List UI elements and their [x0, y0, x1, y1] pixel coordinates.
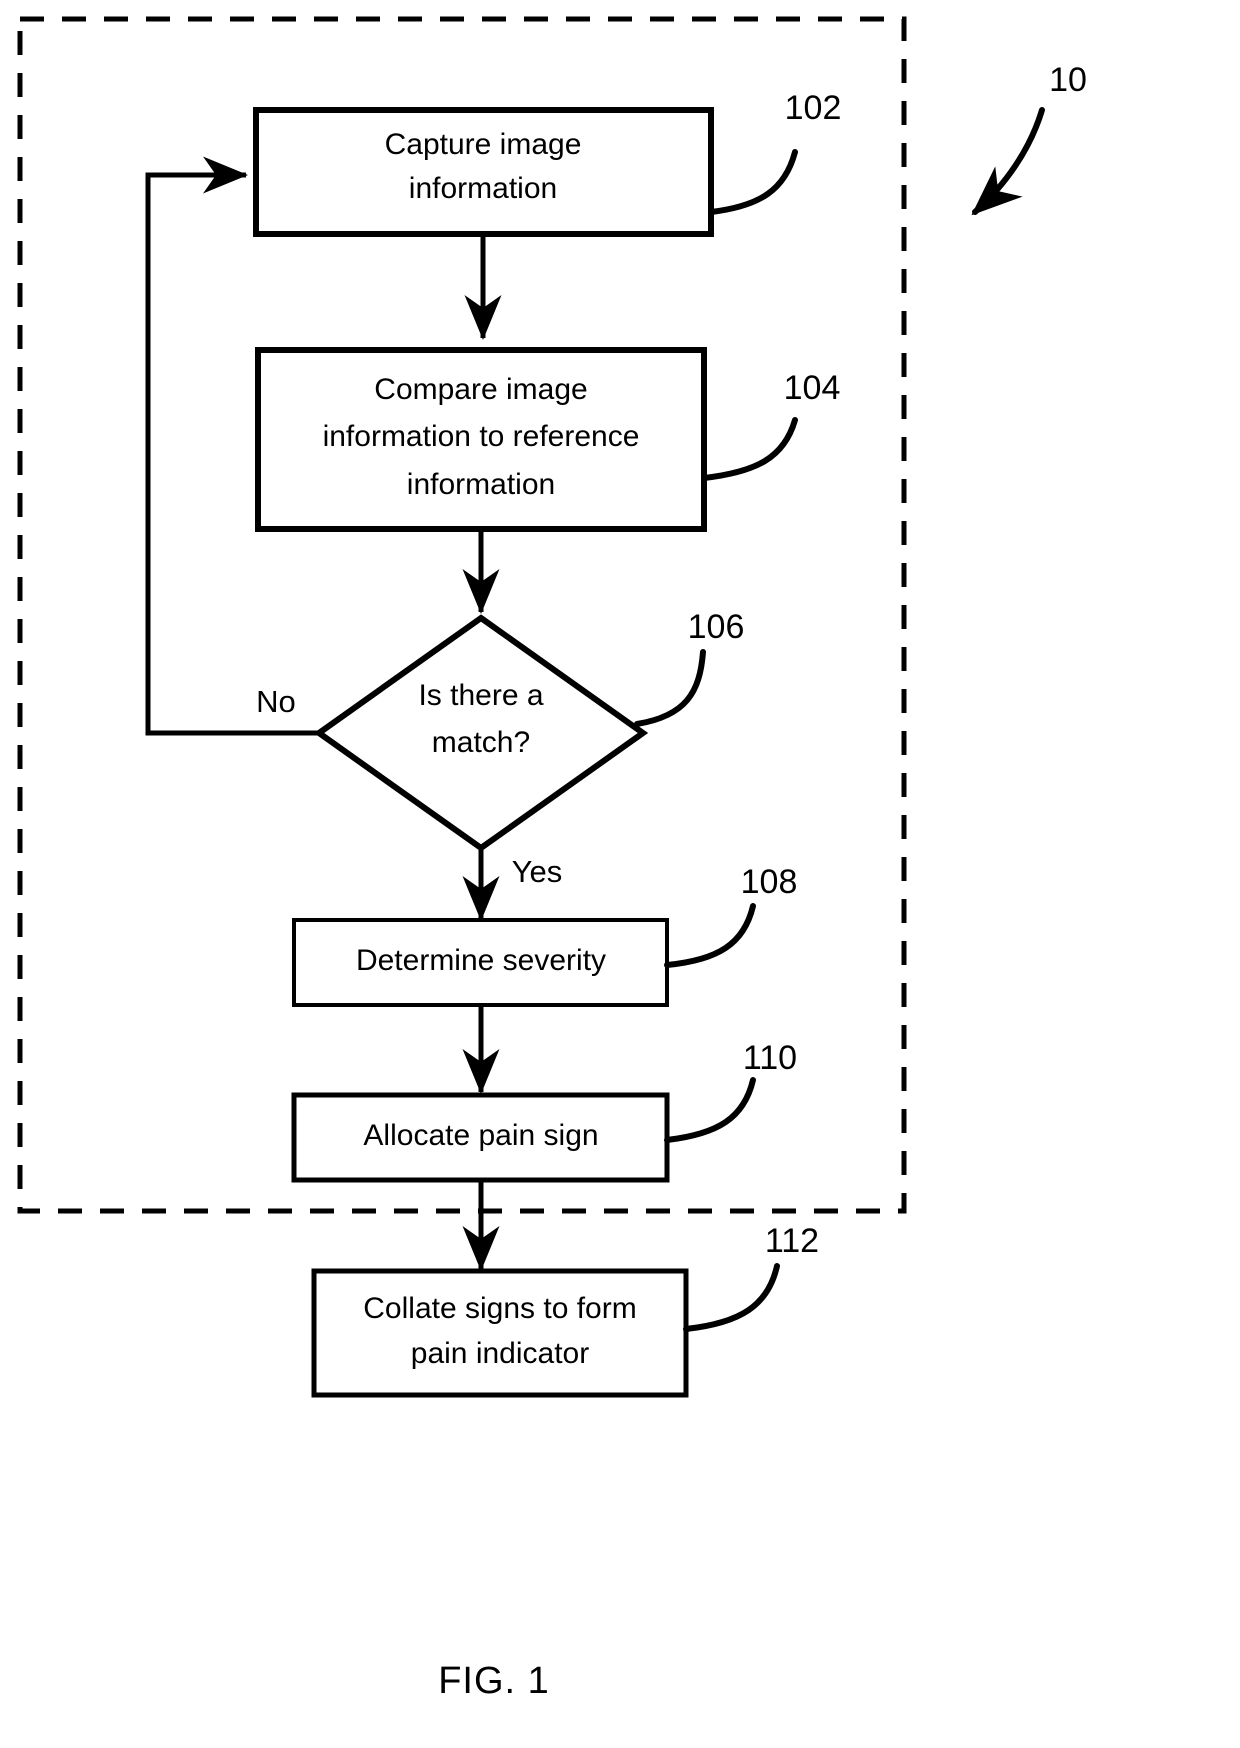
leader-line-ref-102: [708, 149, 798, 215]
ref-numeral-108: 108: [741, 863, 798, 901]
leader-line-system-10: [971, 107, 1045, 216]
leader-line-ref-112: [683, 1263, 780, 1332]
leader-line-ref-106: [634, 649, 706, 727]
figure-caption: FIG. 1: [438, 1660, 550, 1702]
process-label-capture-line2: information: [409, 172, 557, 205]
process-label-determine-severity: Determine severity: [356, 944, 606, 977]
ref-numeral-102: 102: [785, 89, 842, 127]
leader-line-ref-104: [701, 417, 798, 481]
leader-line-ref-110: [664, 1077, 756, 1143]
ref-numeral-10: 10: [1049, 61, 1087, 99]
process-label-allocate-pain-sign: Allocate pain sign: [363, 1119, 598, 1152]
ref-numeral-106: 106: [688, 608, 745, 646]
ref-numeral-110: 110: [743, 1039, 797, 1077]
branch-label-yes: Yes: [512, 854, 563, 889]
leader-line-ref-108: [664, 903, 756, 968]
process-label-compare-line1: Compare image: [374, 373, 587, 406]
ref-numeral-104: 104: [784, 369, 841, 407]
branch-label-no: No: [256, 684, 296, 719]
decision-label-line2: match?: [432, 726, 530, 759]
flowchart-canvas: 10 Capture image information 102 Compare…: [17, 16, 1087, 1702]
decision-label-line1: Is there a: [418, 679, 543, 712]
process-label-capture-line1: Capture image: [385, 128, 582, 161]
figure-page: 10 Capture image information 102 Compare…: [0, 0, 1240, 1748]
process-label-collate-line2: pain indicator: [411, 1337, 589, 1370]
process-label-compare-line2: information to reference: [323, 420, 640, 453]
process-box-collate-signs: [311, 1268, 689, 1398]
process-label-collate-line1: Collate signs to form: [363, 1292, 636, 1325]
process-label-compare-line3: information: [407, 468, 555, 501]
ref-numeral-112: 112: [765, 1222, 819, 1260]
